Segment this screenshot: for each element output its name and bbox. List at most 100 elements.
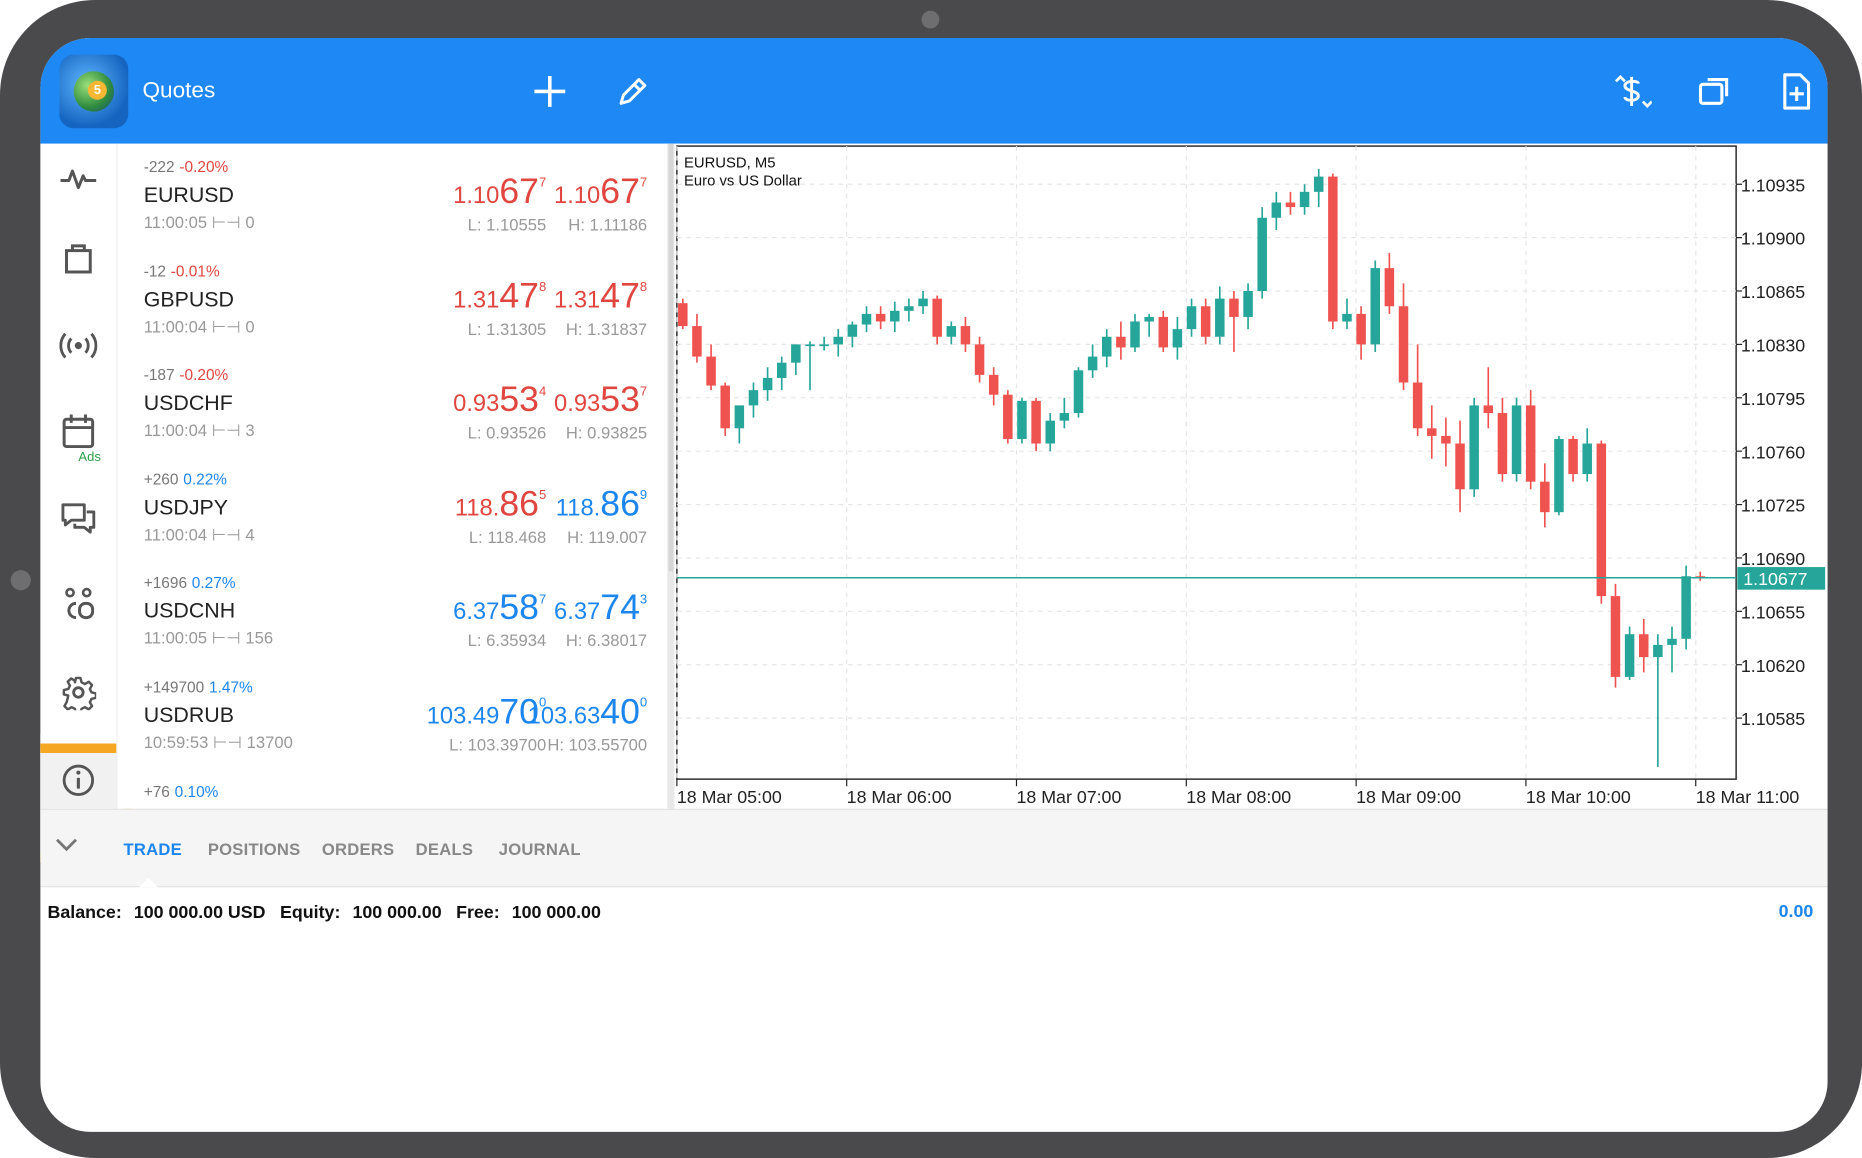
quote-time: 11:00:04 ⊢⊣ 0	[144, 317, 255, 337]
quote-bid: 6.37587	[453, 588, 546, 628]
candle-body	[1073, 370, 1084, 414]
quote-change: +149700 1.47%	[144, 678, 253, 696]
candle-body	[1681, 576, 1691, 639]
active-tab-indicator	[138, 877, 158, 888]
quote-ask: 6.37743	[554, 588, 647, 628]
candle-body	[847, 324, 858, 337]
tab-trade[interactable]: TRADE	[124, 840, 182, 859]
side-nav: Ads	[40, 143, 133, 863]
tab-deals[interactable]: DEALS	[416, 840, 474, 859]
chat-icon[interactable]	[40, 482, 116, 553]
candle-body	[960, 326, 971, 345]
camera-dot	[921, 10, 940, 29]
bid-pip: 8	[538, 280, 547, 295]
spread-icon: ⊢⊣	[211, 420, 241, 440]
ask-big: 40	[600, 692, 640, 732]
candle-body	[1102, 336, 1112, 357]
trade-bag-icon[interactable]	[40, 222, 116, 293]
y-tick-label: 1.10865	[1741, 282, 1805, 302]
y-tick-label: 1.10725	[1741, 496, 1805, 516]
quote-time: 11:00:04 ⊢⊣ 4	[144, 525, 255, 545]
quote-row[interactable]: -222 -0.20% EURUSD 11:00:05 ⊢⊣ 0 1.10677 1.10…	[118, 144, 670, 249]
y-tick-label: 1.10830	[1741, 336, 1805, 356]
quote-row[interactable]: +76 0.10%	[118, 768, 670, 809]
new-order-icon[interactable]	[1777, 71, 1817, 111]
quote-row[interactable]: +260 0.22% USDJPY 11:00:04 ⊢⊣ 4 118.865 118.8…	[118, 456, 670, 561]
bid-prefix: 6.37	[453, 599, 500, 626]
quote-time: 10:59:53 ⊢⊣ 13700	[144, 733, 293, 753]
candle-body	[1398, 306, 1409, 383]
windows-icon[interactable]	[1695, 71, 1735, 111]
quote-change-points: +149700	[143, 678, 205, 696]
x-tick-label: 18 Mar 05:00	[677, 787, 782, 807]
tab-journal[interactable]: JOURNAL	[499, 840, 581, 859]
candlestick-chart-svg[interactable]: 1.10935 1.10900 1.10865 1.10830 1.10795 1.107…	[675, 144, 1828, 809]
signals-broadcast-icon[interactable]	[40, 310, 116, 381]
info-icon[interactable]	[40, 745, 116, 816]
quote-time-value: 11:00:05	[143, 212, 208, 232]
quote-row[interactable]: -12 -0.01% GBPUSD 11:00:04 ⊢⊣ 0 1.31478 1.314…	[118, 248, 670, 353]
candle-body	[1610, 596, 1621, 677]
quote-change: +260 0.22%	[144, 470, 227, 488]
quote-high: H: 1.11186	[568, 214, 648, 234]
ask-pip: 9	[639, 488, 648, 503]
bid-pip: 7	[538, 592, 547, 607]
ask-pip: 8	[639, 280, 648, 295]
spread-icon: ⊢⊣	[211, 524, 241, 544]
quote-change-percent: -0.01%	[170, 261, 220, 280]
quote-bid: 1.31478	[453, 276, 546, 316]
tab-positions[interactable]: POSITIONS	[208, 840, 301, 859]
quote-change-percent: 0.10%	[174, 782, 219, 801]
x-tick-label: 18 Mar 11:00	[1696, 787, 1800, 807]
candle-body	[890, 310, 900, 322]
ask-big: 74	[600, 588, 640, 628]
quote-change-percent: -0.20%	[179, 157, 229, 176]
quote-low: L: 1.31305	[467, 319, 547, 339]
trade-dollar-icon[interactable]	[1611, 71, 1652, 111]
quote-change: -187 -0.20%	[144, 366, 229, 384]
bid-big: 86	[499, 484, 539, 524]
candle-body	[706, 356, 716, 386]
panel-splitter[interactable]	[667, 143, 675, 809]
quote-change-points: +1696	[143, 574, 188, 592]
candle-body	[1582, 443, 1592, 475]
quotes-nav-icon[interactable]	[40, 144, 116, 215]
community-icon[interactable]	[40, 569, 116, 640]
add-symbol-icon[interactable]	[530, 71, 570, 111]
ask-pip: 3	[639, 592, 648, 607]
candle-body	[1356, 313, 1366, 345]
candle-body	[861, 313, 872, 325]
quote-change-percent: 0.27%	[191, 574, 236, 592]
equity-label: Equity:	[280, 902, 341, 923]
quote-ask: 0.93537	[554, 380, 647, 420]
quote-high: H: 103.55700	[547, 735, 648, 755]
ads-label: Ads	[78, 450, 101, 465]
quote-symbol: EURUSD	[143, 182, 234, 207]
chevron-down-icon[interactable]	[55, 836, 79, 859]
bottom-tabs-bar: TRADE POSITIONS ORDERS DEALS JOURNAL	[40, 808, 1828, 888]
quotes-list[interactable]: -222 -0.20% EURUSD 11:00:05 ⊢⊣ 0 1.10677 1.10…	[116, 143, 670, 809]
candle-body	[918, 298, 928, 307]
quote-row[interactable]: -187 -0.20% USDCHF 11:00:04 ⊢⊣ 3 0.93534 0.93…	[118, 352, 670, 457]
quote-change-points: +76	[143, 782, 170, 801]
y-tick-label: 1.10620	[1741, 656, 1805, 676]
candle-body	[1003, 394, 1013, 439]
spread-icon: ⊢⊣	[213, 732, 242, 752]
ask-big: 53	[600, 380, 640, 420]
edit-pencil-icon[interactable]	[613, 71, 653, 111]
tab-orders[interactable]: ORDERS	[322, 840, 395, 859]
quote-change-points: -12	[143, 261, 167, 280]
settings-gear-icon[interactable]	[40, 657, 116, 728]
candle-body	[776, 362, 787, 378]
quote-spread: 13700	[246, 732, 293, 752]
mt5-logo-icon[interactable]: 5	[59, 54, 129, 129]
candle-body	[805, 344, 815, 347]
quote-row[interactable]: +149700 1.47% USDRUB 10:59:53 ⊢⊣ 13700 103.4…	[118, 664, 670, 769]
candle-body	[988, 374, 999, 395]
price-chart[interactable]: 1.10935 1.10900 1.10865 1.10830 1.10795 1.107…	[674, 143, 1828, 809]
candle-body	[692, 326, 702, 357]
quote-row[interactable]: +1696 0.27% USDCNH 11:00:05 ⊢⊣ 156 6.37587 6.…	[118, 560, 670, 665]
y-tick-label: 1.10935	[1741, 175, 1805, 195]
quote-low: L: 1.10555	[467, 214, 547, 234]
candle-body	[1441, 435, 1451, 444]
